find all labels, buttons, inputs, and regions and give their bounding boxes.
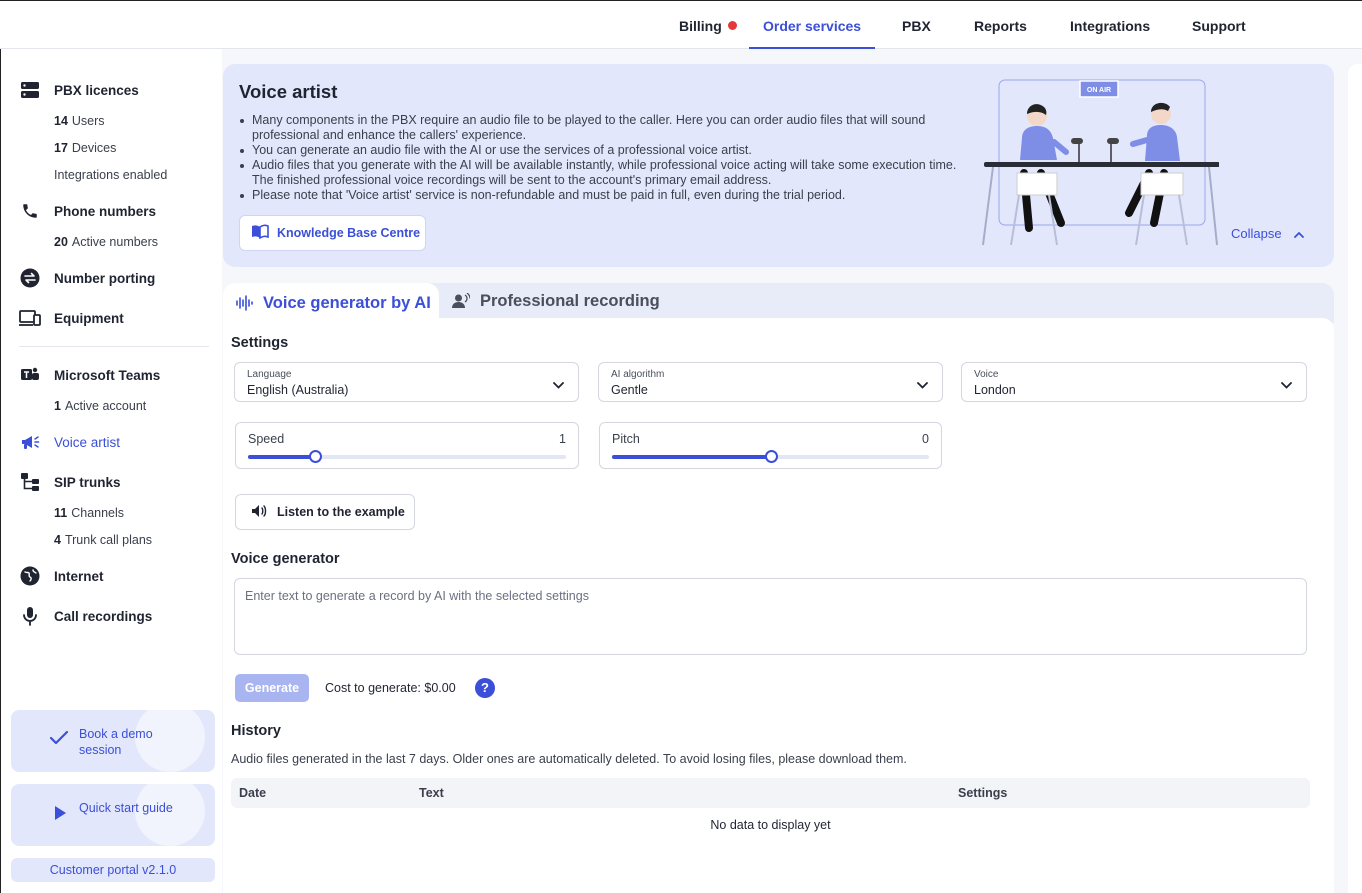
info-bullet: Audio files that you generate with the A… — [239, 158, 959, 188]
nav-integrations[interactable]: Integrations — [1056, 1, 1164, 49]
teams-icon — [19, 364, 41, 386]
info-bullet: You can generate an audio file with the … — [239, 143, 959, 158]
speed-slider-thumb[interactable] — [308, 450, 322, 463]
info-bullet: Please note that 'Voice artist' service … — [239, 188, 959, 203]
page-title: Voice artist — [239, 81, 338, 102]
book-icon — [251, 224, 269, 242]
tab-professional-recording[interactable]: Professional recording — [452, 283, 660, 319]
language-select[interactable]: Language English (Australia) — [234, 362, 579, 402]
nav-pbx[interactable]: PBX — [888, 1, 945, 49]
voice-generator-panel: Settings Language English (Australia) AI… — [223, 318, 1334, 893]
quick-start-card[interactable]: Quick start guide — [11, 784, 215, 846]
phone-icon — [19, 200, 41, 222]
sidebar-item-number-porting[interactable]: Number porting — [19, 265, 155, 291]
voice-generator-title: Voice generator — [231, 551, 340, 567]
top-navigation: Billing Order services PBX Reports Integ… — [0, 0, 1362, 49]
knowledge-base-button[interactable]: Knowledge Base Centre — [239, 215, 426, 251]
devices-icon — [19, 307, 41, 329]
pitch-slider-fill — [612, 455, 771, 459]
voice-select[interactable]: Voice London — [961, 362, 1307, 402]
nav-order-services[interactable]: Order services — [749, 1, 876, 49]
sidebar-sub-integrations[interactable]: Integrations enabled — [54, 168, 167, 182]
sidebar-item-call-recordings[interactable]: Call recordings — [19, 603, 152, 629]
book-demo-card[interactable]: Book a demo session — [11, 710, 215, 772]
nav-reports[interactable]: Reports — [960, 1, 1041, 49]
pitch-slider-box: Pitch 0 — [599, 422, 942, 469]
globe-icon — [19, 565, 41, 587]
sidebar-item-equipment[interactable]: Equipment — [19, 305, 124, 331]
right-panel-edge — [1348, 64, 1362, 893]
version-label: Customer portal v2.1.0 — [11, 858, 215, 882]
sidebar-item-phone-numbers[interactable]: Phone numbers — [19, 198, 156, 224]
sidebar: PBX licences 14 Users 17 Devices Integrati… — [0, 49, 222, 893]
nav-billing[interactable]: Billing — [665, 1, 751, 49]
ai-algorithm-select[interactable]: AI algorithm Gentle — [598, 362, 943, 402]
generate-button[interactable]: Generate — [235, 674, 309, 702]
sidebar-sub-active-numbers[interactable]: 20 Active numbers — [54, 235, 158, 249]
empty-table-message: No data to display yet — [710, 818, 831, 832]
billing-alert-dot — [727, 21, 737, 30]
listen-example-button[interactable]: Listen to the example — [235, 494, 415, 530]
sidebar-divider — [19, 346, 209, 347]
history-title: History — [231, 723, 281, 739]
speed-slider[interactable] — [248, 450, 566, 463]
voice-artist-banner: Voice artist Many components in the PBX … — [223, 64, 1334, 267]
sidebar-item-internet[interactable]: Internet — [19, 563, 104, 589]
podcast-illustration: ON AIR — [982, 79, 1219, 246]
sidebar-sub-devices[interactable]: 17 Devices — [54, 141, 116, 155]
server-icon — [19, 79, 41, 101]
checkmark-icon — [49, 730, 69, 751]
speaker-icon — [251, 504, 267, 521]
megaphone-icon — [19, 431, 41, 453]
sidebar-item-microsoft-teams[interactable]: Microsoft Teams — [19, 362, 160, 388]
speed-slider-box: Speed 1 — [235, 422, 579, 469]
on-air-sign: ON AIR — [1087, 87, 1111, 94]
settings-title: Settings — [231, 335, 289, 351]
swap-arrows-icon — [19, 267, 41, 289]
info-bullet: Many components in the PBX require an au… — [239, 113, 959, 143]
chevron-down-icon — [1281, 376, 1292, 394]
help-icon[interactable]: ? — [475, 678, 495, 698]
sidebar-sub-users[interactable]: 14 Users — [54, 114, 105, 128]
generation-cost: Cost to generate: $0.00 — [325, 681, 456, 695]
pitch-slider-thumb[interactable] — [764, 450, 778, 463]
info-list: Many components in the PBX require an au… — [239, 113, 959, 203]
pitch-slider[interactable] — [612, 450, 929, 463]
tab-voice-generator-ai[interactable]: Voice generator by AI — [223, 283, 439, 323]
sidebar-item-pbx-licences[interactable]: PBX licences — [19, 77, 139, 103]
column-header-settings[interactable]: Settings — [958, 786, 1007, 800]
voice-text-input[interactable] — [234, 578, 1307, 655]
sidebar-item-voice-artist[interactable]: Voice artist — [19, 429, 120, 455]
chevron-down-icon — [917, 376, 928, 394]
nav-support[interactable]: Support — [1178, 1, 1260, 49]
sidebar-sub-channels[interactable]: 11 Channels — [54, 506, 124, 520]
hierarchy-icon — [19, 471, 41, 493]
history-table-header: Date Text Settings — [231, 778, 1310, 808]
sidebar-sub-active-account[interactable]: 1 Active account — [54, 399, 146, 413]
play-icon — [53, 805, 67, 826]
history-description: Audio files generated in the last 7 days… — [231, 752, 907, 766]
microphone-icon — [19, 605, 41, 627]
chevron-up-icon — [1293, 226, 1304, 241]
speaking-person-icon — [452, 293, 470, 309]
soundwave-icon — [235, 295, 253, 311]
collapse-toggle[interactable]: Collapse — [1231, 226, 1304, 241]
sidebar-sub-trunk-call-plans[interactable]: 4 Trunk call plans — [54, 533, 152, 547]
column-header-text[interactable]: Text — [419, 786, 444, 800]
speed-slider-fill — [248, 455, 315, 459]
column-header-date[interactable]: Date — [239, 786, 266, 800]
sidebar-item-sip-trunks[interactable]: SIP trunks — [19, 469, 121, 495]
chevron-down-icon — [553, 376, 564, 394]
